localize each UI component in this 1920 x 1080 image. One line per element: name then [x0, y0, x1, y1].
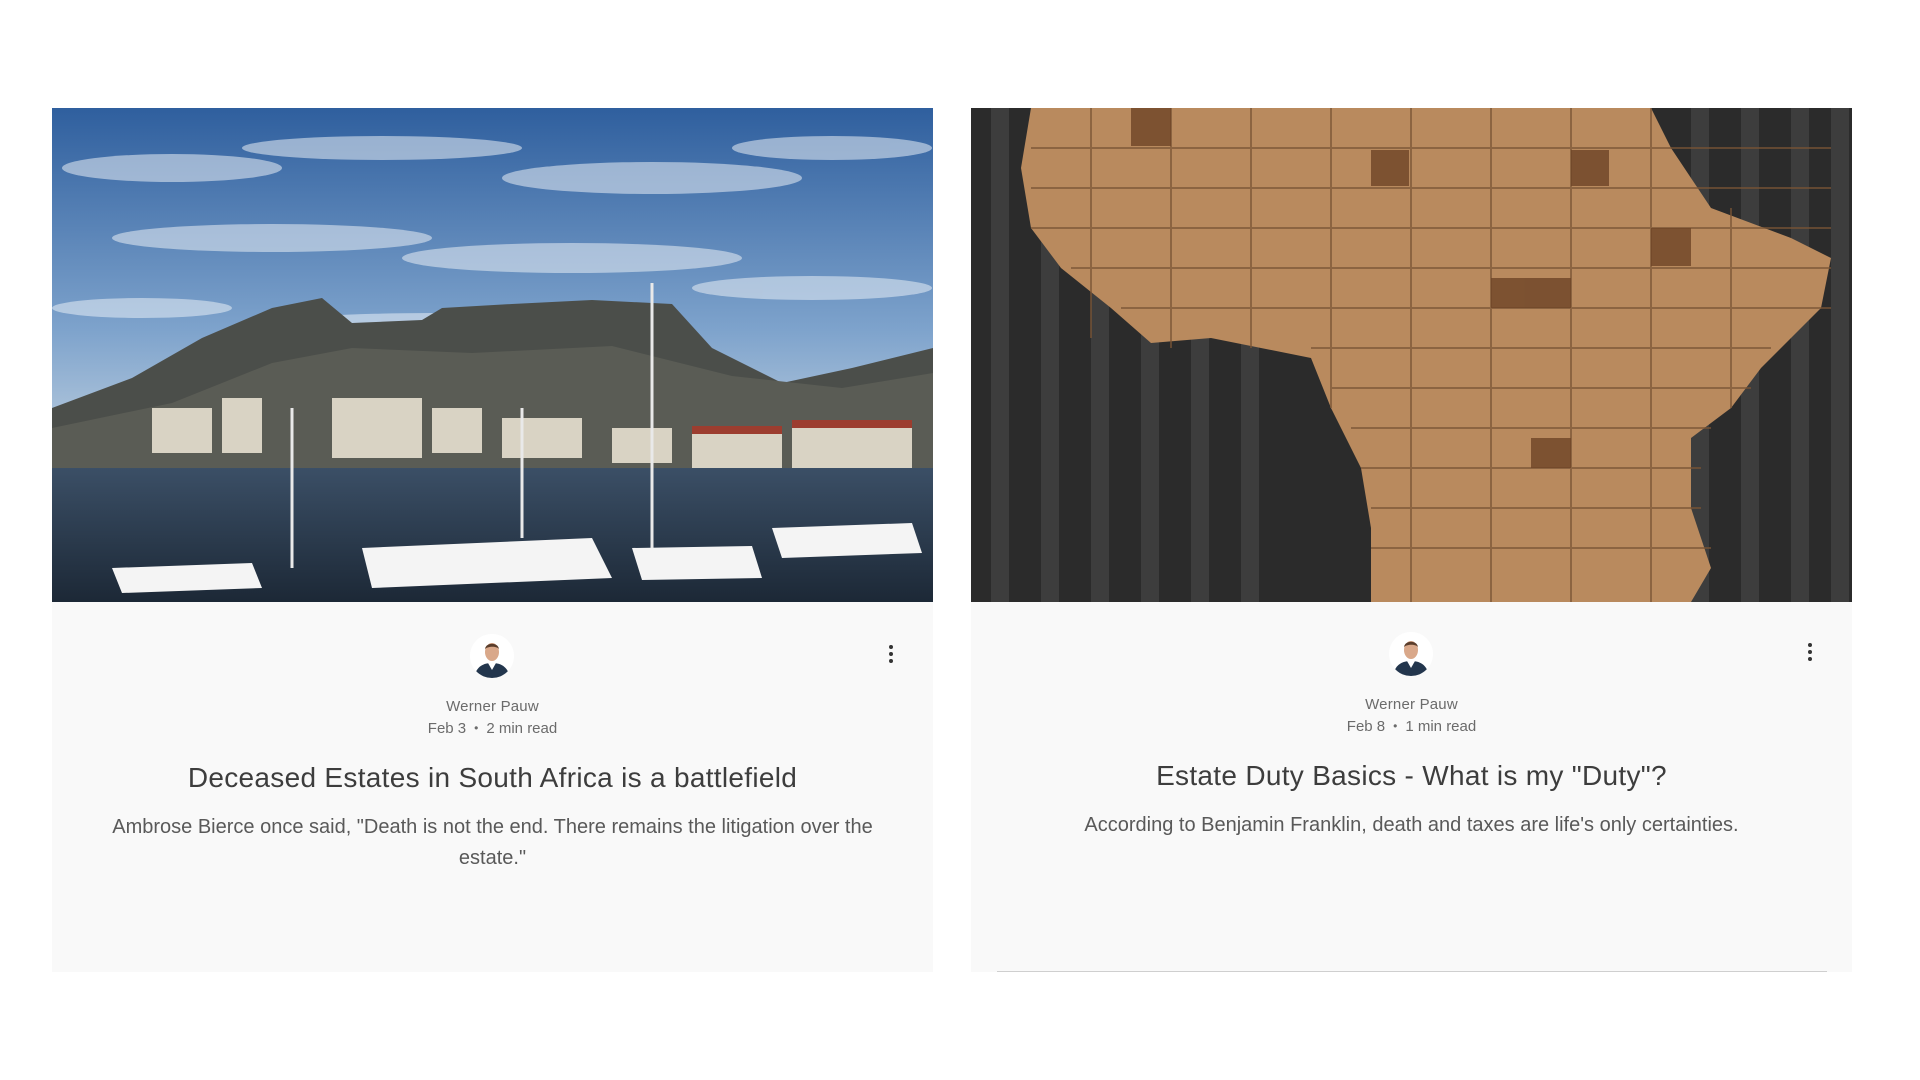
post-cover-image[interactable]	[52, 108, 933, 602]
more-options-button[interactable]	[1800, 640, 1820, 668]
post-card-body: Werner Pauw Feb 3 • 2 min read Deceased Es…	[52, 602, 933, 972]
more-dot	[1808, 650, 1812, 654]
read-time: 2 min read	[486, 720, 558, 737]
blog-post-grid: Werner Pauw Feb 3 • 2 min read Deceased Es…	[0, 0, 1920, 1080]
more-dot	[1808, 657, 1812, 661]
author-name[interactable]: Werner Pauw	[52, 698, 933, 715]
more-vertical-icon	[1808, 643, 1812, 647]
post-meta: Feb 3 • 2 min read	[52, 720, 933, 737]
post-excerpt: Ambrose Bierce once said, "Death is not …	[112, 816, 873, 869]
post-date: Feb 3	[427, 720, 467, 737]
avatar-portrait	[1389, 632, 1433, 676]
post-title[interactable]: Deceased Estates in South Africa is a ba…	[92, 760, 893, 796]
more-dot	[889, 659, 893, 663]
post-cover-image[interactable]	[971, 108, 1852, 602]
more-options-button[interactable]	[881, 642, 901, 670]
more-vertical-icon	[889, 645, 893, 649]
post-meta: Feb 8 • 1 min read	[971, 718, 1852, 735]
card-divider	[997, 971, 1827, 972]
post-card-deceased-estates[interactable]: Werner Pauw Feb 3 • 2 min read Deceased Es…	[52, 108, 933, 972]
post-date: Feb 8	[1346, 718, 1386, 735]
wooden-africa-map-image	[971, 108, 1852, 602]
harbour-image	[52, 108, 933, 602]
read-time: 1 min read	[1405, 718, 1477, 735]
avatar-portrait	[470, 634, 514, 678]
author-name[interactable]: Werner Pauw	[971, 696, 1852, 713]
post-title[interactable]: Estate Duty Basics - What is my "Duty"?	[1011, 758, 1812, 794]
post-excerpt: According to Benjamin Franklin, death an…	[1084, 814, 1739, 836]
post-card-estate-duty[interactable]: Werner Pauw Feb 8 • 1 min read Estate Duty…	[971, 108, 1852, 972]
dot-separator: •	[1393, 719, 1398, 733]
post-card-body: Werner Pauw Feb 8 • 1 min read Estate Duty…	[971, 602, 1852, 972]
author-avatar[interactable]	[1389, 632, 1433, 676]
more-dot	[889, 652, 893, 656]
dot-separator: •	[474, 721, 479, 735]
author-avatar[interactable]	[470, 634, 514, 678]
